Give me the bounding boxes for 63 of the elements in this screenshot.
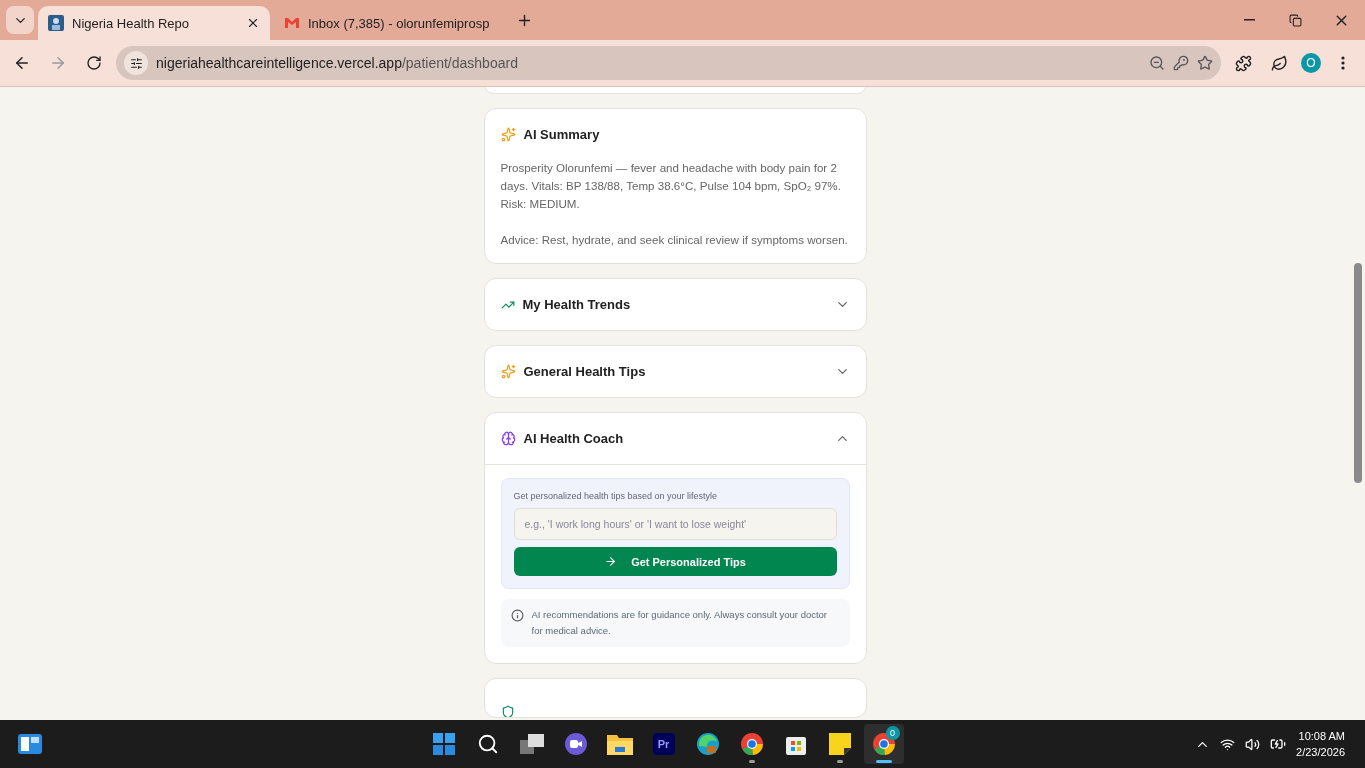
video-chat-icon[interactable]: [563, 732, 588, 756]
clock-time: 10:08 AM: [1298, 729, 1345, 744]
mail-icon: [284, 15, 300, 31]
premiere-app-icon[interactable]: Pr: [652, 733, 675, 755]
summary-text: Prosperity Olorunfemi — fever and headache with body pain for 2 days. Vitals: BP 138/88, Temp 38.6°C, Pulse 104 bpm, SpO₂ 97%. Risk: MEDIUM.: [500, 160, 842, 212]
restore-icon: [1288, 13, 1302, 27]
key-icon[interactable]: [1173, 55, 1189, 71]
section-title: AI Health Coach: [523, 431, 625, 446]
folder-icon[interactable]: [606, 733, 633, 755]
speaker-icon[interactable]: [1245, 736, 1261, 752]
chrome-browser-icon[interactable]: [871, 732, 896, 756]
close-icon[interactable]: [246, 16, 260, 30]
battery-icon[interactable]: [1270, 736, 1287, 752]
task-view-icon[interactable]: [519, 734, 544, 754]
running-indicator: [875, 760, 892, 763]
prompt-text: Get personalized health tips based on your lifestyle: [513, 491, 719, 501]
minimize-icon: [1243, 19, 1255, 21]
chrome-browser-icon[interactable]: [739, 732, 764, 756]
shield-icon: [500, 705, 515, 717]
browser-tab[interactable]: Inbox (7,385) - olorunfemiprosp: [274, 6, 506, 40]
forward-arrow-icon: [49, 54, 67, 72]
site-settings-icon[interactable]: [124, 51, 148, 75]
windows-icon[interactable]: [432, 733, 455, 755]
clock-date: 2/23/2026: [1296, 745, 1345, 760]
accordion-header[interactable]: General Health Tips: [484, 346, 866, 397]
arrow-right-icon: [604, 555, 618, 568]
tab-title: Inbox (7,385) - olorunfemiprosp: [308, 15, 490, 31]
section-title: My Health Trends: [522, 297, 632, 312]
menu-icon: [1341, 56, 1345, 70]
info-icon: [510, 609, 524, 622]
browser-tab[interactable]: Nigeria Health Repo: [38, 6, 270, 40]
zoom-out-icon[interactable]: [1149, 55, 1165, 71]
accordion-header[interactable]: AI Health Coach: [484, 413, 866, 465]
summary-text: Advice: Rest, hydrate, and seek clinical review if symptoms worsen.: [500, 232, 849, 248]
disclaimer-text: AI recommendations are for guidance only. Always consult your doctor for medical advice.: [531, 608, 829, 638]
get-tips-button[interactable]: Get Personalized Tips: [513, 547, 837, 576]
puzzle-icon: [1234, 54, 1252, 72]
search-icon[interactable]: [476, 733, 499, 755]
sliders-icon: [129, 56, 143, 70]
brain-icon: [500, 431, 516, 446]
profile-avatar[interactable]: O: [1301, 53, 1321, 73]
card-title: AI Summary: [523, 126, 601, 142]
scrollbar-thumb[interactable]: [1353, 263, 1362, 483]
running-indicator: [748, 760, 755, 763]
tab-title: Nigeria Health Repo: [72, 15, 191, 31]
running-indicator: [836, 760, 843, 763]
sparkle-icon: [500, 126, 516, 142]
address-bar[interactable]: nigeriahealthcareintelligence.vercel.app/patient/dashboard: [116, 46, 1221, 80]
star-icon[interactable]: [1197, 55, 1213, 71]
clock[interactable]: 10:08 AM 2/23/2026: [1296, 728, 1353, 760]
sticky-note-icon[interactable]: [828, 733, 851, 755]
widgets-icon[interactable]: [18, 734, 42, 754]
url-text: nigeriahealthcareintelligence.vercel.app/patient/dashboard: [156, 55, 519, 71]
leaf-icon: [1270, 54, 1288, 72]
lifestyle-input[interactable]: e.g., 'I work long hours' or 'I want to lose weight': [513, 508, 837, 540]
reload-icon: [86, 55, 102, 71]
notification-badge: 0: [885, 726, 900, 740]
edge-browser-icon[interactable]: [695, 732, 720, 756]
site-favicon: [48, 15, 64, 31]
accordion-header[interactable]: My Health Trends: [484, 279, 866, 330]
section-title: General Health Tips: [523, 364, 647, 379]
wifi-icon[interactable]: [1220, 736, 1236, 752]
sparkle-icon: [500, 364, 516, 379]
